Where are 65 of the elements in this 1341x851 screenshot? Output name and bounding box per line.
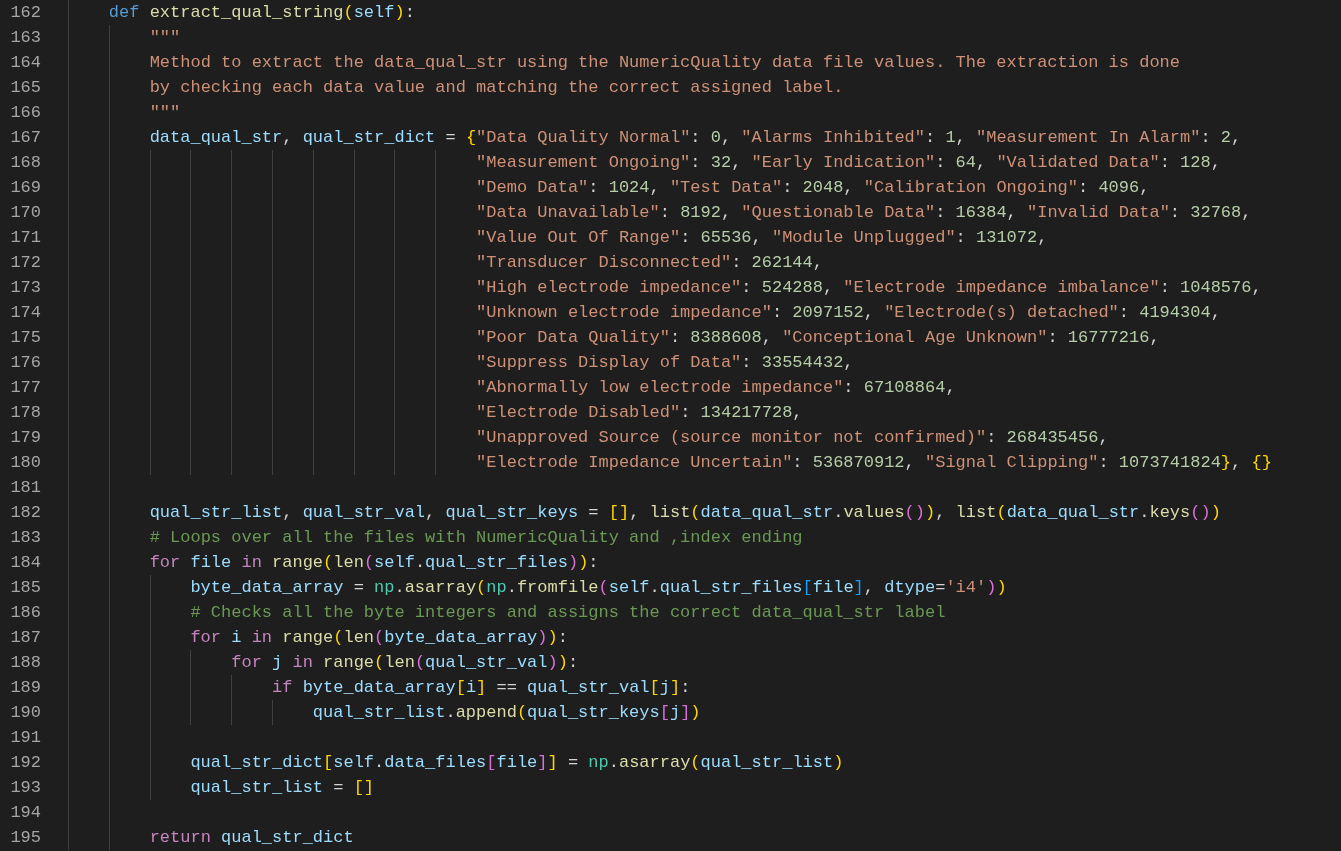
line-number: 192 xyxy=(9,752,41,774)
code-line: "Transducer Disconnected": 262144, xyxy=(476,253,823,272)
code-line: "Electrode Disabled": 134217728, xyxy=(476,403,803,422)
line-number: 169 xyxy=(9,177,41,199)
code-line: byte_data_array = np.asarray(np.fromfile(self.qual_str_files[file], dtype='i4')) xyxy=(190,578,1007,597)
code-line: def extract_qual_string(self): xyxy=(108,3,415,22)
line-number: 183 xyxy=(9,527,41,549)
line-number: 162 xyxy=(9,2,41,24)
code-line: qual_str_list, qual_str_val, qual_str_keys = [], list(data_qual_str.values()), list(data_qual_str.keys()) xyxy=(149,503,1221,522)
line-number: 174 xyxy=(9,302,41,324)
line-number: 193 xyxy=(9,777,41,799)
code-line: """ xyxy=(149,28,181,47)
line-number: 170 xyxy=(9,202,41,224)
code-line: data_qual_str, qual_str_dict = {"Data Quality Normal": 0, "Alarms Inhibited": 1, "Measurement In Alarm": 2, xyxy=(149,128,1242,147)
code-line: "Abnormally low electrode impedance": 67108864, xyxy=(476,378,956,397)
line-number: 182 xyxy=(9,502,41,524)
line-number: 190 xyxy=(9,702,41,724)
line-number: 185 xyxy=(9,577,41,599)
line-number: 177 xyxy=(9,377,41,399)
line-number: 191 xyxy=(9,727,41,749)
code-line: """ xyxy=(149,103,181,122)
code-line: "High electrode impedance": 524288, "Electrode impedance imbalance": 1048576, xyxy=(476,278,1262,297)
line-number: 195 xyxy=(9,827,41,849)
code-line: # Checks all the byte integers and assigns the correct data_qual_str label xyxy=(190,603,946,622)
line-number: 181 xyxy=(9,477,41,499)
code-line: qual_str_list = [] xyxy=(190,778,375,797)
line-number: 172 xyxy=(9,252,41,274)
code-line: for j in range(len(qual_str_val)): xyxy=(231,653,579,672)
line-number: 187 xyxy=(9,627,41,649)
code-line: for i in range(len(byte_data_array)): xyxy=(190,628,568,647)
code-line: return qual_str_dict xyxy=(149,828,354,847)
line-number: 188 xyxy=(9,652,41,674)
line-number: 165 xyxy=(9,77,41,99)
code-line: qual_str_list.append(qual_str_keys[j]) xyxy=(312,703,701,722)
line-number: 180 xyxy=(9,452,41,474)
code-line: if byte_data_array[i] == qual_str_val[j]: xyxy=(272,678,691,697)
line-number: 179 xyxy=(9,427,41,449)
code-line: for file in range(len(self.qual_str_files)): xyxy=(149,553,599,572)
code-line: qual_str_dict[self.data_files[file]] = np.asarray(qual_str_list) xyxy=(190,753,844,772)
line-number: 184 xyxy=(9,552,41,574)
code-line: # Loops over all the files with NumericQuality and ,index ending xyxy=(149,528,803,547)
line-number: 194 xyxy=(9,802,41,824)
code-line: "Demo Data": 1024, "Test Data": 2048, "Calibration Ongoing": 4096, xyxy=(476,178,1150,197)
line-number: 173 xyxy=(9,277,41,299)
line-number: 168 xyxy=(9,152,41,174)
code-line: "Poor Data Quality": 8388608, "Conceptional Age Unknown": 16777216, xyxy=(476,328,1160,347)
code-line: by checking each data value and matching the correct assigned label. xyxy=(149,78,844,97)
code-line: "Value Out Of Range": 65536, "Module Unplugged": 131072, xyxy=(476,228,1048,247)
code-line: Method to extract the data_qual_str using the NumericQuality data file values. The extraction is done xyxy=(149,53,1180,72)
code-line: "Unknown electrode impedance": 2097152, "Electrode(s) detached": 4194304, xyxy=(476,303,1221,322)
line-number: 163 xyxy=(9,27,41,49)
code-line: "Suppress Display of Data": 33554432, xyxy=(476,353,854,372)
line-number: 189 xyxy=(9,677,41,699)
line-number: 171 xyxy=(9,227,41,249)
line-number: 178 xyxy=(9,402,41,424)
line-number: 175 xyxy=(9,327,41,349)
code-line: "Data Unavailable": 8192, "Questionable Data": 16384, "Invalid Data": 32768, xyxy=(476,203,1252,222)
line-number: 186 xyxy=(9,602,41,624)
code-line: "Measurement Ongoing": 32, "Early Indication": 64, "Validated Data": 128, xyxy=(476,153,1221,172)
line-number: 167 xyxy=(9,127,41,149)
code-line: "Electrode Impedance Uncertain": 536870912, "Signal Clipping": 1073741824}, {} xyxy=(476,453,1272,472)
line-number: 164 xyxy=(9,52,41,74)
line-number: 176 xyxy=(9,352,41,374)
code-line: "Unapproved Source (source monitor not confirmed)": 268435456, xyxy=(476,428,1109,447)
line-number: 166 xyxy=(9,102,41,124)
